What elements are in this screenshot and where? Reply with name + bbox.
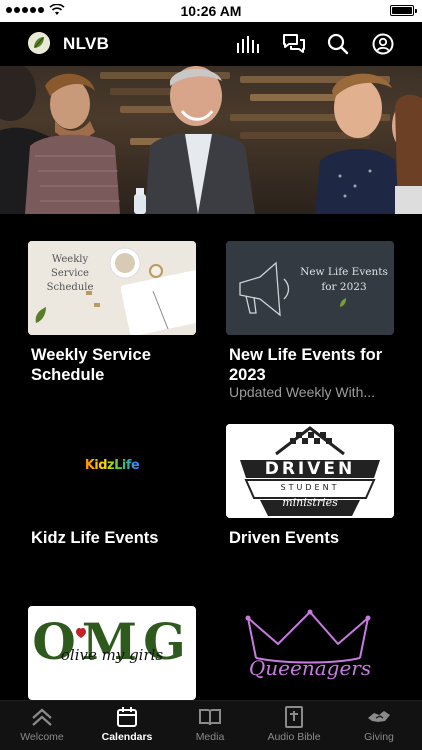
- logo-icon[interactable]: [28, 32, 50, 54]
- battery-icon: [390, 5, 417, 16]
- tile-image[interactable]: DRIVEN STUDENT ministries: [226, 424, 394, 518]
- tile-image[interactable]: OMG olive my girls: [28, 606, 196, 700]
- tab-media[interactable]: Media: [168, 706, 252, 743]
- tile-image[interactable]: KidzLife: [28, 420, 196, 514]
- search-icon[interactable]: [325, 31, 351, 57]
- tab-label: Audio Bible: [267, 731, 321, 743]
- driven-logo-sub: STUDENT: [280, 483, 340, 492]
- tab-label: Media: [195, 731, 225, 743]
- tile-title: Driven Events: [229, 529, 340, 547]
- tile-title: Weekly Service Schedule: [31, 346, 151, 384]
- tile-image[interactable]: Queenagers: [226, 606, 394, 700]
- audio-bars-icon[interactable]: [235, 31, 261, 57]
- driven-logo-text: DRIVEN: [264, 459, 356, 479]
- bottom-tab-bar: Welcome Calendars Media Audio Bible Givi…: [0, 700, 422, 750]
- driven-logo-script: ministries: [282, 496, 338, 509]
- tile-image[interactable]: New Life Events for 2023: [226, 241, 394, 335]
- tab-label: Calendars: [101, 731, 153, 743]
- tab-giving[interactable]: Giving: [337, 706, 421, 743]
- queenagers-logo-text: Queenagers: [248, 656, 372, 680]
- calendar-icon: [117, 707, 137, 727]
- app-title: NLVB: [63, 34, 110, 53]
- tile-image[interactable]: Weekly Service Schedule: [28, 241, 196, 335]
- tab-welcome[interactable]: Welcome: [0, 706, 84, 743]
- tile-title: New Life Events for 2023: [229, 346, 383, 384]
- book-open-icon: [199, 709, 221, 726]
- status-time: 10:26 AM: [180, 3, 242, 19]
- bible-icon: [285, 706, 303, 728]
- tab-label: Welcome: [20, 731, 64, 743]
- tile-image-caption: Weekly Service Schedule: [46, 254, 94, 293]
- chat-icon[interactable]: [281, 31, 307, 57]
- tile-image-caption: New Life Events for 2023: [300, 266, 388, 293]
- tab-audio-bible[interactable]: Audio Bible: [252, 706, 336, 743]
- tile-title: Kidz Life Events: [31, 529, 159, 547]
- tab-calendars[interactable]: Calendars: [85, 706, 169, 743]
- people-illustration: [0, 66, 422, 214]
- tab-label: Giving: [364, 731, 394, 743]
- hero-image[interactable]: [0, 66, 422, 214]
- chevrons-up-icon: [32, 708, 52, 726]
- handshake-icon: [368, 711, 390, 722]
- status-bar: 10:26 AM: [0, 0, 422, 22]
- profile-icon[interactable]: [370, 31, 396, 57]
- kidzlife-logo: KidzLife: [72, 458, 152, 476]
- app-header: NLVB: [0, 22, 422, 66]
- tile-subtitle: Updated Weekly With...: [229, 384, 376, 400]
